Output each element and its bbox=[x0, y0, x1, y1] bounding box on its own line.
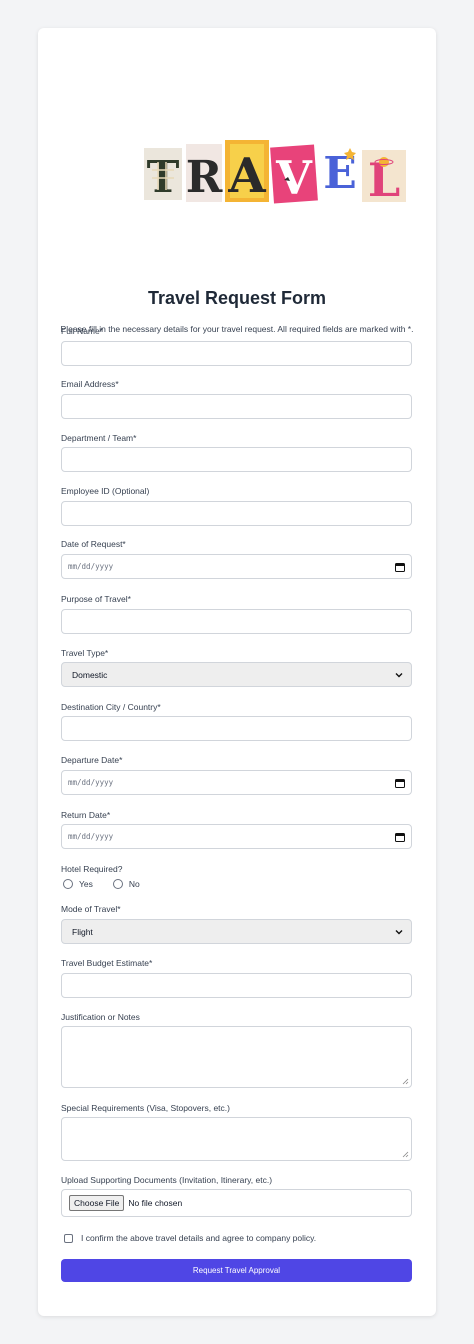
special-requirements-label: Special Requirements (Visa, Stopovers, e… bbox=[61, 1103, 230, 1113]
purpose-label: Purpose of Travel* bbox=[61, 594, 131, 604]
form-description: Please fill in the necessary details for… bbox=[60, 324, 414, 334]
travel-type-select[interactable]: Domestic bbox=[61, 662, 412, 687]
travel-type-label: Travel Type* bbox=[61, 648, 109, 658]
mode-of-travel-value: Flight bbox=[72, 926, 93, 937]
full-name-label: Full Name* bbox=[61, 326, 104, 336]
email-input[interactable] bbox=[61, 394, 412, 419]
budget-label: Travel Budget Estimate* bbox=[61, 958, 153, 968]
hotel-no-radio[interactable] bbox=[112, 879, 123, 889]
justification-textarea[interactable] bbox=[61, 1026, 412, 1088]
resize-handle-icon[interactable] bbox=[402, 1078, 409, 1085]
date-placeholder: mm/dd/yyyy bbox=[68, 832, 114, 841]
employee-id-input[interactable] bbox=[61, 501, 412, 526]
department-label: Department / Team* bbox=[61, 433, 137, 443]
confirm-row: I confirm the above travel details and a… bbox=[64, 1233, 316, 1243]
destination-label: Destination City / Country* bbox=[61, 702, 161, 712]
submit-button[interactable]: Request Travel Approval bbox=[61, 1259, 412, 1282]
file-status: No file chosen bbox=[128, 1198, 183, 1208]
justification-label: Justification or Notes bbox=[61, 1012, 140, 1022]
hotel-required-label: Hotel Required? bbox=[61, 864, 123, 874]
mode-of-travel-label: Mode of Travel* bbox=[61, 904, 121, 914]
choose-file-button[interactable]: Choose File bbox=[69, 1195, 125, 1211]
upload-label: Upload Supporting Documents (Invitation,… bbox=[61, 1175, 273, 1185]
resize-handle-icon[interactable] bbox=[402, 1151, 409, 1158]
hotel-no-label: No bbox=[128, 879, 140, 889]
calendar-icon[interactable] bbox=[395, 562, 405, 572]
logo-letter: A bbox=[227, 148, 266, 204]
date-placeholder: mm/dd/yyyy bbox=[68, 562, 114, 571]
hotel-yes-radio[interactable] bbox=[63, 879, 73, 889]
chevron-down-icon bbox=[395, 672, 403, 677]
hotel-radio-group: Yes No bbox=[63, 879, 140, 889]
department-input[interactable] bbox=[61, 447, 412, 472]
confirm-text: I confirm the above travel details and a… bbox=[81, 1233, 317, 1243]
logo-letter: V bbox=[275, 151, 313, 205]
hotel-yes-label: Yes bbox=[79, 879, 93, 889]
return-date-input[interactable]: mm/dd/yyyy bbox=[61, 824, 412, 849]
departure-date-input[interactable]: mm/dd/yyyy bbox=[61, 770, 412, 795]
purpose-input[interactable] bbox=[61, 609, 412, 634]
budget-input[interactable] bbox=[61, 973, 412, 998]
destination-input[interactable] bbox=[61, 716, 412, 741]
full-name-input[interactable] bbox=[61, 341, 412, 366]
date-of-request-input[interactable]: mm/dd/yyyy bbox=[61, 554, 412, 579]
date-placeholder: mm/dd/yyyy bbox=[68, 778, 114, 787]
travel-logo: T R A V E L bbox=[144, 140, 406, 206]
logo-letter: R bbox=[186, 152, 223, 203]
form-card: T R A V E L Travel Request Form Please f… bbox=[38, 28, 436, 1316]
chevron-down-icon bbox=[395, 929, 403, 934]
employee-id-label: Employee ID (Optional) bbox=[61, 486, 150, 496]
date-of-request-label: Date of Request* bbox=[61, 539, 126, 549]
file-upload-input[interactable]: Choose File No file chosen bbox=[61, 1189, 412, 1217]
calendar-icon[interactable] bbox=[395, 832, 405, 842]
special-requirements-textarea[interactable] bbox=[61, 1117, 412, 1161]
calendar-icon[interactable] bbox=[395, 778, 405, 788]
return-date-label: Return Date* bbox=[61, 810, 111, 820]
travel-type-value: Domestic bbox=[72, 669, 108, 680]
email-label: Email Address* bbox=[61, 379, 119, 389]
mode-of-travel-select[interactable]: Flight bbox=[61, 919, 412, 944]
page-title: Travel Request Form bbox=[147, 288, 327, 308]
confirm-checkbox[interactable] bbox=[64, 1233, 73, 1243]
departure-date-label: Departure Date* bbox=[61, 755, 123, 765]
